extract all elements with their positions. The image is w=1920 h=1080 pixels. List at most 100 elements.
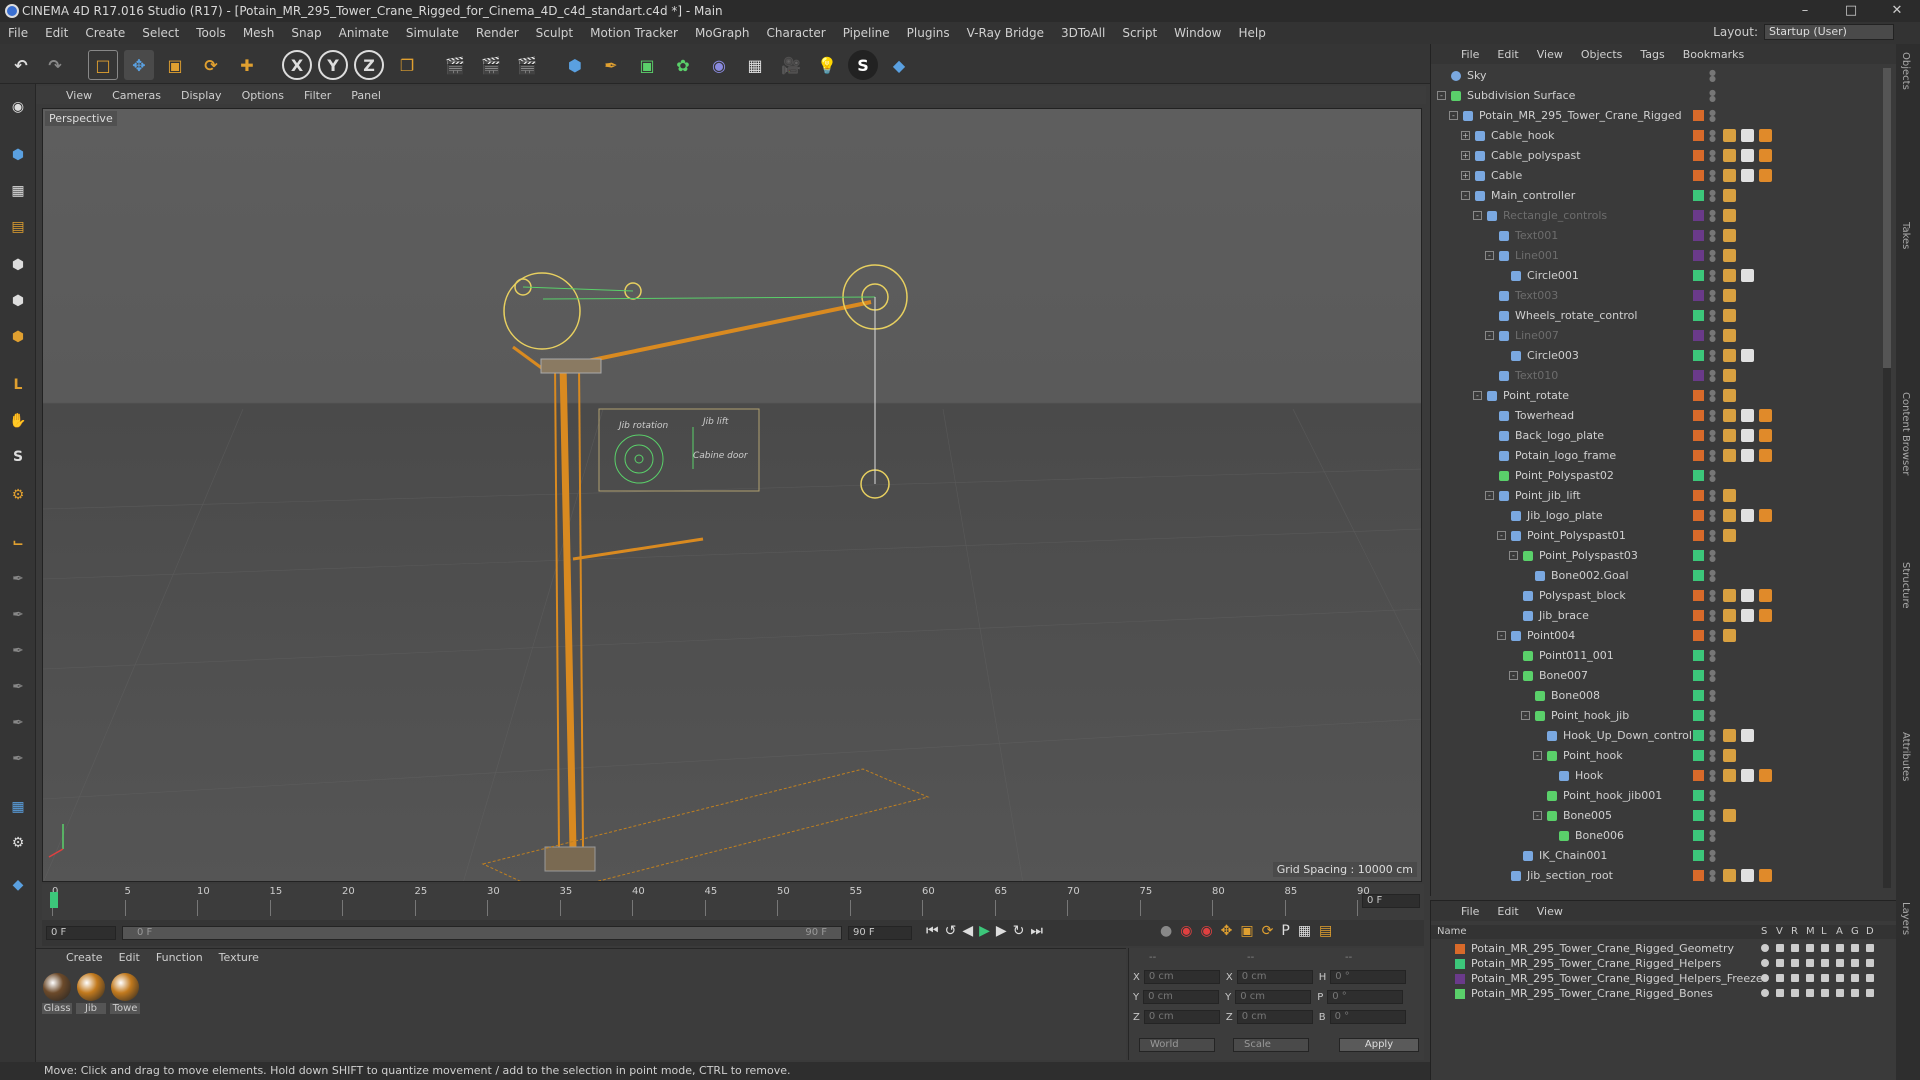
object-row[interactable]: - Line001 ● ● — [1431, 246, 1871, 266]
layer-color-swatch[interactable] — [1693, 650, 1704, 661]
soft-selection-icon[interactable]: ⚙ — [3, 480, 33, 510]
object-row[interactable]: - Rectangle_controls ● ● — [1431, 206, 1871, 226]
layer-color-swatch[interactable] — [1693, 670, 1704, 681]
object-tag-icon[interactable] — [1723, 429, 1736, 442]
layer-color-swatch[interactable] — [1455, 989, 1465, 999]
visibility-dots-icon[interactable]: ● ● — [1709, 229, 1716, 243]
object-row[interactable]: Hook_Up_Down_control ● ● — [1431, 726, 1871, 746]
object-row[interactable]: + Cable_polyspast ● ● — [1431, 146, 1871, 166]
axis-mode-icon[interactable]: L — [3, 370, 33, 400]
play-icon[interactable]: ▶ — [979, 923, 990, 939]
object-menu-view[interactable]: View — [1537, 48, 1563, 61]
layer-toggle-icon[interactable] — [1806, 974, 1814, 982]
visibility-dots-icon[interactable]: ● ● — [1709, 329, 1716, 343]
snap-icon[interactable]: S — [3, 442, 33, 472]
current-frame-field[interactable]: 0 F — [1362, 894, 1420, 908]
rotation-field[interactable]: 0 ° — [1327, 990, 1404, 1004]
material-menu-function[interactable]: Function — [156, 951, 203, 964]
recent-tools-icon[interactable]: ✚ — [232, 50, 262, 80]
layer-row[interactable]: Potain_MR_295_Tower_Crane_Rigged_Helpers — [1431, 956, 1897, 971]
menu-snap[interactable]: Snap — [291, 26, 321, 40]
visibility-dots-icon[interactable]: ● ● — [1709, 849, 1716, 863]
object-row[interactable]: Text010 ● ● — [1431, 366, 1871, 386]
object-tag-icon[interactable] — [1759, 169, 1772, 182]
timeline-window-icon[interactable]: ▤ — [1319, 923, 1332, 939]
knife-icon[interactable]: ✒ — [3, 672, 33, 702]
object-tag-icon[interactable] — [1723, 229, 1736, 242]
layer-color-swatch[interactable] — [1693, 430, 1704, 441]
visibility-dots-icon[interactable]: ● ● — [1709, 289, 1716, 303]
layer-color-swatch[interactable] — [1693, 190, 1704, 201]
menu-mesh[interactable]: Mesh — [243, 26, 275, 40]
object-tag-icon[interactable] — [1723, 729, 1736, 742]
visibility-dots-icon[interactable]: ● ● — [1709, 349, 1716, 363]
visibility-dots-icon[interactable]: ● ● — [1709, 509, 1716, 523]
go-to-end-icon[interactable]: ⏭ — [1030, 923, 1043, 939]
layer-row[interactable]: Potain_MR_295_Tower_Crane_Rigged_Helpers… — [1431, 971, 1897, 986]
visibility-dots-icon[interactable]: ● ● — [1709, 749, 1716, 763]
rotation-field[interactable]: 0 ° — [1330, 970, 1407, 984]
layer-menu-view[interactable]: View — [1537, 905, 1563, 918]
layer-toggle-icon[interactable] — [1776, 974, 1784, 982]
object-row[interactable]: Jib_brace ● ● — [1431, 606, 1871, 626]
layer-toggle-icon[interactable] — [1791, 944, 1799, 952]
collapse-icon[interactable]: - — [1509, 551, 1518, 560]
key-rotation-icon[interactable]: ⟳ — [1262, 923, 1274, 939]
object-tag-icon[interactable] — [1759, 429, 1772, 442]
layer-color-swatch[interactable] — [1693, 330, 1704, 341]
collapse-icon[interactable]: - — [1485, 331, 1494, 340]
side-tab-objects[interactable]: Objects — [1900, 52, 1911, 90]
object-row[interactable]: Sky ● ● — [1431, 66, 1871, 86]
layer-color-swatch[interactable] — [1693, 270, 1704, 281]
collapse-icon[interactable]: - — [1533, 751, 1542, 760]
expand-icon[interactable]: + — [1461, 151, 1470, 160]
object-row[interactable]: Text003 ● ● — [1431, 286, 1871, 306]
layer-toggle-icon[interactable] — [1851, 959, 1859, 967]
expand-icon[interactable]: + — [1461, 171, 1470, 180]
object-tag-icon[interactable] — [1723, 409, 1736, 422]
layer-toggle-icon[interactable] — [1791, 989, 1799, 997]
object-tag-icon[interactable] — [1759, 149, 1772, 162]
object-row[interactable]: + Cable_hook ● ● — [1431, 126, 1871, 146]
layer-color-swatch[interactable] — [1693, 690, 1704, 701]
object-row[interactable]: Point_Polyspast02 ● ● — [1431, 466, 1871, 486]
layer-toggle-icon[interactable] — [1821, 989, 1829, 997]
visibility-dots-icon[interactable]: ● ● — [1709, 69, 1716, 83]
layout-dropdown[interactable]: Startup (User) — [1764, 24, 1894, 40]
visibility-dots-icon[interactable]: ● ● — [1709, 129, 1716, 143]
visibility-dots-icon[interactable]: ● ● — [1709, 309, 1716, 323]
object-menu-objects[interactable]: Objects — [1581, 48, 1623, 61]
object-tag-icon[interactable] — [1741, 589, 1754, 602]
visibility-dots-icon[interactable]: ● ● — [1709, 189, 1716, 203]
visibility-dots-icon[interactable]: ● ● — [1709, 389, 1716, 403]
object-row[interactable]: Back_logo_plate ● ● — [1431, 426, 1871, 446]
cube-primitive-icon[interactable]: ⬢ — [560, 50, 590, 80]
paint-brush-icon[interactable]: ✒ — [3, 600, 33, 630]
layer-toggle-icon[interactable] — [1776, 989, 1784, 997]
layer-color-swatch[interactable] — [1693, 150, 1704, 161]
record-keys-icon[interactable]: ● — [1160, 923, 1172, 939]
material-menu-edit[interactable]: Edit — [119, 951, 140, 964]
visibility-dots-icon[interactable]: ● ● — [1709, 89, 1716, 103]
object-tag-icon[interactable] — [1741, 349, 1754, 362]
make-editable-icon[interactable]: ◉ — [3, 92, 33, 122]
layer-color-swatch[interactable] — [1693, 830, 1704, 841]
collapse-icon[interactable]: - — [1473, 391, 1482, 400]
visibility-dots-icon[interactable]: ● ● — [1709, 109, 1716, 123]
object-row[interactable]: Circle001 ● ● — [1431, 266, 1871, 286]
object-tag-icon[interactable] — [1723, 509, 1736, 522]
object-row[interactable]: - Subdivision Surface ● ● — [1431, 86, 1871, 106]
object-row[interactable]: - Point_hook ● ● — [1431, 746, 1871, 766]
material-menu-texture[interactable]: Texture — [219, 951, 259, 964]
viewport-menu-view[interactable]: View — [66, 89, 92, 102]
layer-color-swatch[interactable] — [1693, 530, 1704, 541]
visibility-dots-icon[interactable]: ● ● — [1709, 829, 1716, 843]
key-position-icon[interactable]: ✥ — [1221, 923, 1233, 939]
object-tag-icon[interactable] — [1741, 609, 1754, 622]
position-field[interactable]: 0 cm — [1143, 970, 1220, 984]
object-menu-file[interactable]: File — [1461, 48, 1479, 61]
visibility-dots-icon[interactable]: ● ● — [1709, 689, 1716, 703]
layer-color-swatch[interactable] — [1693, 590, 1704, 601]
object-row[interactable]: - Point_Polyspast01 ● ● — [1431, 526, 1871, 546]
layer-color-swatch[interactable] — [1693, 310, 1704, 321]
